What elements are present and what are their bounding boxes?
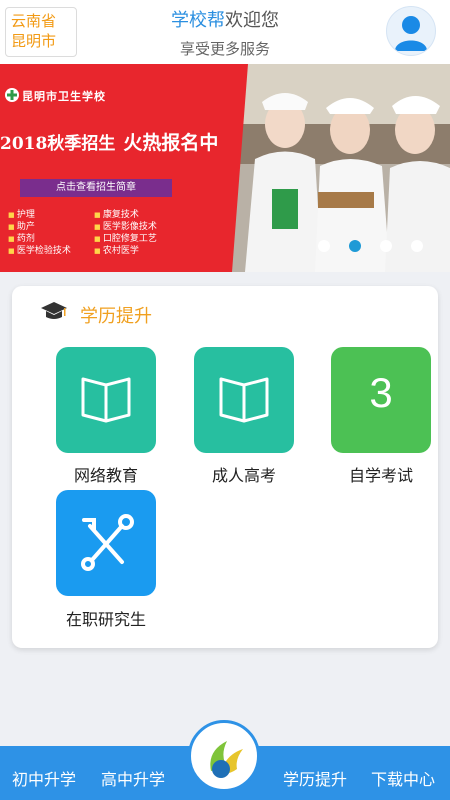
adult-exam-tile[interactable] <box>194 347 294 453</box>
carousel-indicators[interactable] <box>318 240 423 252</box>
nav-junior-high[interactable]: 初中升学 <box>12 766 76 790</box>
majors-list-right: 康复技术 医学影像技术 口腔修复工艺 农村医学 <box>94 209 157 257</box>
tile-label: 网络教育 <box>73 466 138 485</box>
carousel-dot[interactable] <box>318 240 330 252</box>
welcome-text: 欢迎您 <box>225 10 279 31</box>
book-icon <box>219 377 269 423</box>
section-title: 学历提升 <box>80 306 152 327</box>
online-education-tile[interactable] <box>56 347 156 453</box>
page-subtitle: 享受更多服务 <box>179 40 270 58</box>
tools-icon <box>81 514 134 571</box>
nav-education-upgrade[interactable]: 学历提升 <box>283 766 347 790</box>
major-item: 医学检验技术 <box>8 245 71 257</box>
major-item: 护理 <box>8 209 71 221</box>
graduation-cap-icon <box>41 302 67 319</box>
major-item: 康复技术 <box>94 209 157 221</box>
view-brochure-button[interactable]: 点击查看招生简章 <box>20 179 172 197</box>
carousel-dot[interactable] <box>380 240 392 252</box>
major-item: 口腔修复工艺 <box>94 233 157 245</box>
enroll-hot: 火热报名中 <box>123 132 219 154</box>
promo-banner[interactable]: 昆明市卫生学校 2018秋季招生火热报名中 点击查看招生简章 护理 助产 药剂 … <box>0 64 450 272</box>
brand-name: 学校帮 <box>171 10 225 31</box>
enroll-text: 2018秋季招生 <box>0 134 116 154</box>
tile-label: 成人高考 <box>211 466 276 485</box>
major-item: 药剂 <box>8 233 71 245</box>
number-3-icon: 3 <box>369 369 393 416</box>
majors-list-left: 护理 助产 药剂 医学检验技术 <box>8 209 71 257</box>
nav-senior-high[interactable]: 高中升学 <box>101 766 165 790</box>
self-study-exam-tile[interactable]: 3 <box>331 347 431 453</box>
major-item: 农村医学 <box>94 245 157 257</box>
school-logo-icon <box>5 88 19 102</box>
page-title: 学校帮欢迎您 <box>0 6 450 32</box>
major-item: 助产 <box>8 221 71 233</box>
carousel-dot-active[interactable] <box>349 240 361 252</box>
enroll-heading: 2018秋季招生 火热报名中 <box>0 128 218 155</box>
tile-label: 在职研究生 <box>65 610 146 629</box>
nav-download-center[interactable]: 下载中心 <box>371 766 435 790</box>
carousel-dot[interactable] <box>411 240 423 252</box>
graduate-study-tile[interactable] <box>56 490 156 596</box>
book-icon <box>81 377 131 423</box>
education-section-card: 学历提升 网络教育 成人高考 3 自学考试 在职研究生 <box>12 286 438 648</box>
user-avatar-icon[interactable] <box>386 6 436 56</box>
major-item: 医学影像技术 <box>94 221 157 233</box>
tile-label: 自学考试 <box>348 466 413 485</box>
app-logo-icon[interactable] <box>188 720 260 792</box>
app-header: 云南省 昆明市 学校帮欢迎您 享受更多服务 <box>0 0 450 64</box>
school-name: 昆明市卫生学校 <box>22 90 106 103</box>
